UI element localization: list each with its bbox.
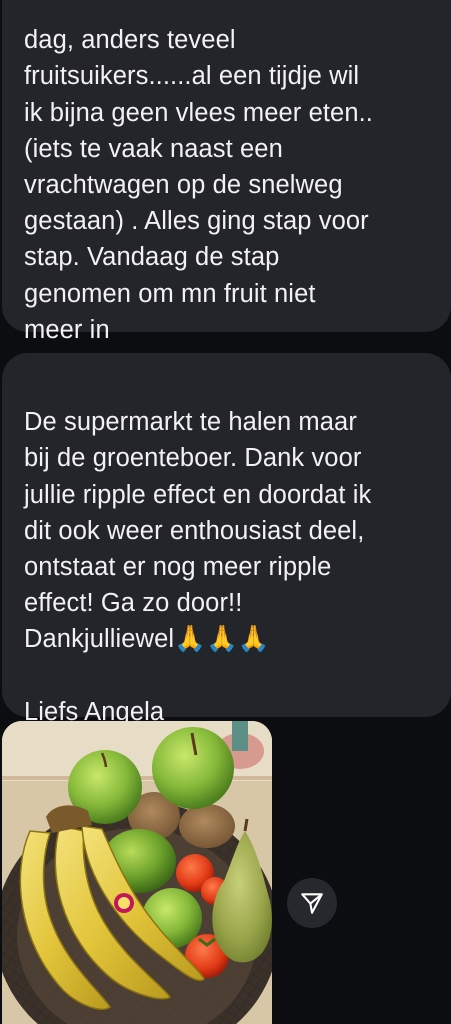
- message-thread: dag, anders teveel fruitsuikers......al …: [0, 0, 451, 1024]
- share-icon: [301, 893, 323, 914]
- message-bubble: dag, anders teveel fruitsuikers......al …: [2, 0, 451, 344]
- message-text: De supermarkt te halen maar bij de groen…: [24, 408, 372, 726]
- message-text: dag, anders teveel fruitsuikers......al …: [24, 26, 373, 344]
- share-button[interactable]: [287, 878, 337, 928]
- fruit-bowl-photo[interactable]: [2, 721, 272, 1024]
- fruit-bowl-image: [2, 721, 272, 1024]
- message-bubble: De supermarkt te halen maar bij de groen…: [2, 353, 451, 726]
